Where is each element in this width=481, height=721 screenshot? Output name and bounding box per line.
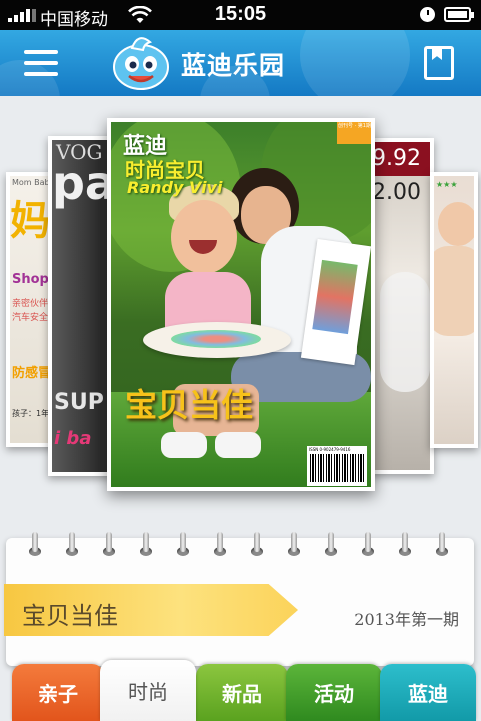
bookmark-button[interactable] [424, 46, 454, 80]
status-bar: 中国移动 15:05 [0, 0, 481, 30]
tab-huodong[interactable]: 活动 [286, 664, 382, 721]
cover-stars: ★★★ [436, 180, 458, 189]
cover-price: 2.00 [372, 180, 421, 205]
cover-corner-badge: 创刊号 · 第1期 [337, 122, 371, 144]
status-time: 15:05 [214, 3, 267, 25]
mascot-logo-icon [110, 34, 172, 92]
app-title: 蓝迪乐园 [181, 51, 286, 80]
magazine-cover-price[interactable]: 9.92 2.00 [368, 138, 434, 474]
cover-headline: 宝贝当佳 [125, 386, 254, 424]
barcode: ISSN 0-902479-9416 [307, 446, 367, 486]
tab-shishang[interactable]: 时尚 [100, 660, 196, 721]
cover-name-en: Randy Vivi [127, 178, 223, 197]
magazine-carousel[interactable]: Mom Baby 妈 Shopp 亲密伙伴 汽车安全 防感冒 孩子：1年 VOG… [0, 96, 481, 516]
tab-qinzi[interactable]: 亲子 [12, 664, 104, 721]
cover-line: 汽车安全 [12, 313, 49, 323]
feature-issue: 2013年第一期 [354, 610, 459, 629]
cover-line: SUP [54, 390, 104, 415]
cover-line: 亲密伙伴 [12, 299, 49, 309]
battery-icon [444, 7, 474, 22]
cover-price: 9.92 [372, 146, 421, 171]
cover-line: 孩子：1年 [12, 409, 50, 418]
cover-line: 防感冒 [12, 366, 52, 381]
tab-landi[interactable]: 蓝迪 [380, 664, 476, 721]
feature-title: 宝贝当佳 [22, 602, 118, 630]
tab-xinpin[interactable]: 新品 [196, 664, 288, 721]
app-header: 蓝迪乐园 [0, 30, 481, 96]
magazine-cover-baby[interactable]: ★★★ [430, 172, 478, 448]
menu-button[interactable] [24, 50, 58, 76]
alarm-clock-icon [420, 7, 435, 22]
spiral-binding [28, 532, 468, 562]
cover-title: 妈 [10, 198, 50, 244]
magazine-cover-landi-fashion[interactable]: 蓝迪 时尚宝贝 Randy Vivi 创刊号 · 第1期 宝贝当佳 ISSN 0… [107, 118, 375, 491]
category-tabs: 亲子 新品 活动 蓝迪 时尚 [0, 660, 481, 721]
cover-isbn: ISSN 0-902479-9416 [309, 447, 351, 452]
cover-line: i ba [54, 428, 92, 449]
